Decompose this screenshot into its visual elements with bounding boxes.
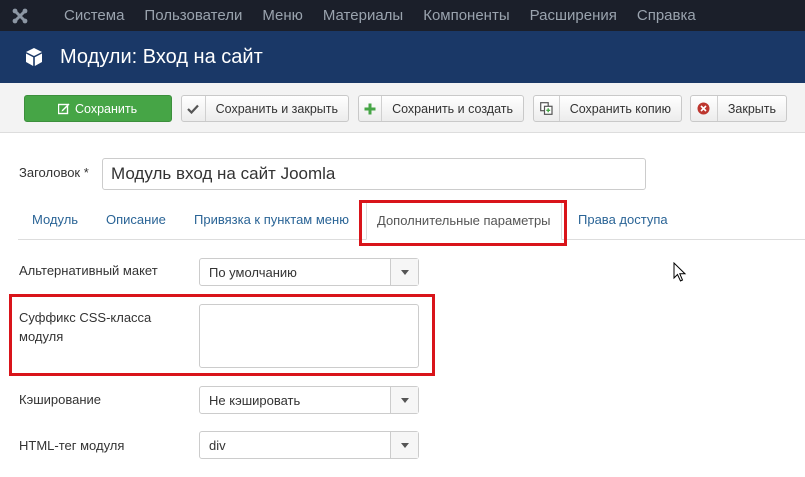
tag-label: HTML-тег модуля bbox=[19, 438, 125, 453]
page-root: Система Пользователи Меню Материалы Комп… bbox=[0, 0, 805, 477]
cache-label: Кэширование bbox=[19, 392, 102, 407]
title-label: Заголовок * bbox=[19, 165, 89, 180]
close-button[interactable]: Закрыть bbox=[690, 95, 787, 122]
tab-description[interactable]: Описание bbox=[106, 200, 166, 240]
save-button[interactable]: Сохранить bbox=[24, 95, 172, 122]
caret-down-icon bbox=[390, 259, 418, 285]
nav-item-menus[interactable]: Меню bbox=[252, 0, 313, 31]
close-circle-icon bbox=[691, 96, 718, 121]
mouse-cursor-icon bbox=[673, 262, 687, 282]
save-new-label: Сохранить и создать bbox=[392, 101, 513, 116]
nav-item-system[interactable]: Система bbox=[40, 0, 134, 31]
title-input[interactable]: Модуль вход на сайт Joomla bbox=[102, 158, 646, 190]
top-navbar: Система Пользователи Меню Материалы Комп… bbox=[0, 0, 805, 31]
page-title: Модули: Вход на сайт bbox=[60, 45, 263, 68]
copy-icon bbox=[534, 96, 560, 121]
save-copy-button[interactable]: Сохранить копию bbox=[533, 95, 682, 122]
caret-down-icon bbox=[390, 387, 418, 413]
tab-bar: Модуль Описание Привязка к пунктам меню … bbox=[18, 200, 805, 240]
layout-value: По умолчанию bbox=[209, 264, 297, 280]
nav-item-components[interactable]: Компоненты bbox=[413, 0, 519, 31]
tab-menu-assignment[interactable]: Привязка к пунктам меню bbox=[194, 200, 349, 240]
caret-down-icon bbox=[390, 432, 418, 458]
tag-select[interactable]: div bbox=[199, 431, 419, 459]
save-close-button[interactable]: Сохранить и закрыть bbox=[181, 95, 349, 122]
toolbar: Сохранить Сохранить и закрыть Сохранить … bbox=[0, 83, 805, 133]
suffix-label-line1: Суффикс CSS-класса bbox=[19, 310, 152, 325]
cache-select[interactable]: Не кэшировать bbox=[199, 386, 419, 414]
tab-advanced[interactable]: Дополнительные параметры bbox=[366, 200, 562, 240]
plus-icon bbox=[359, 96, 383, 121]
suffix-label-line2: модуля bbox=[19, 329, 64, 344]
cache-value: Не кэшировать bbox=[209, 392, 301, 408]
checkmark-icon bbox=[182, 96, 206, 121]
joomla-logo-icon[interactable] bbox=[0, 0, 40, 31]
save-copy-label: Сохранить копию bbox=[569, 101, 671, 116]
tag-value: div bbox=[209, 437, 226, 453]
tab-permissions[interactable]: Права доступа bbox=[578, 200, 668, 240]
save-label: Сохранить bbox=[75, 101, 138, 116]
edit-icon bbox=[53, 96, 75, 121]
close-label: Закрыть bbox=[727, 101, 776, 116]
cube-icon bbox=[24, 46, 46, 68]
save-new-button[interactable]: Сохранить и создать bbox=[358, 95, 524, 122]
title-bar: Модули: Вход на сайт bbox=[0, 31, 805, 83]
nav-item-extensions[interactable]: Расширения bbox=[520, 0, 627, 31]
layout-select[interactable]: По умолчанию bbox=[199, 258, 419, 286]
layout-label: Альтернативный макет bbox=[19, 263, 158, 278]
nav-item-help[interactable]: Справка bbox=[627, 0, 706, 31]
nav-item-users[interactable]: Пользователи bbox=[134, 0, 252, 31]
save-close-label: Сохранить и закрыть bbox=[215, 101, 338, 116]
nav-item-content[interactable]: Материалы bbox=[313, 0, 413, 31]
suffix-textarea[interactable] bbox=[199, 304, 419, 368]
tab-module[interactable]: Модуль bbox=[32, 200, 78, 240]
